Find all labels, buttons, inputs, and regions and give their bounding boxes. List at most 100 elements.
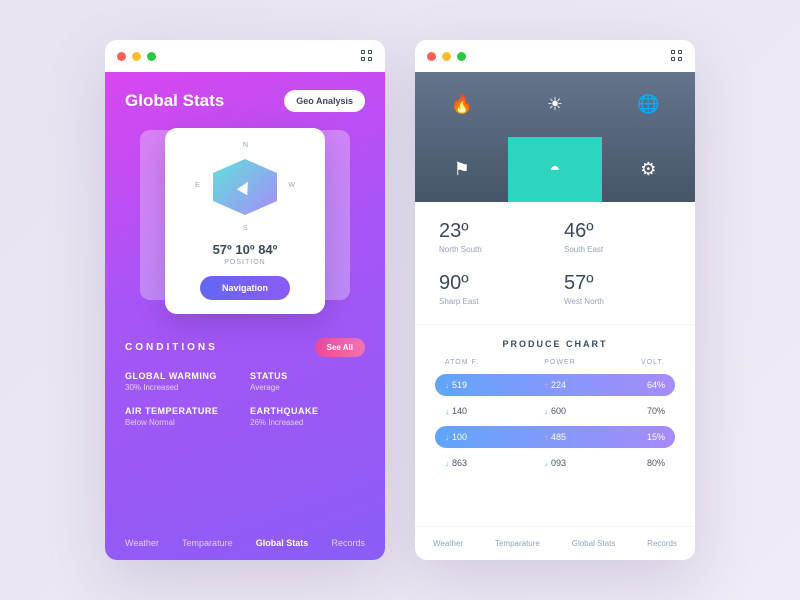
condition-item[interactable]: STATUS Average (250, 371, 365, 392)
arrow-down-icon: ↓ (544, 459, 548, 468)
tab-weather[interactable]: Weather (433, 539, 463, 548)
cell-atom: ↓100 (445, 432, 518, 442)
col-power: POWER (544, 359, 575, 366)
produce-rows: ↓519↑22464% ↓140↓60070% ↓100↑48515% ↓863↓09… (435, 374, 675, 474)
page-title: Global Stats (125, 91, 224, 111)
stat-location: West North (564, 297, 671, 306)
tab-weather[interactable]: Weather (125, 538, 159, 548)
close-icon[interactable] (427, 52, 436, 61)
condition-item[interactable]: EARTHQUAKE 26% Increased (250, 406, 365, 427)
condition-value: 30% Increased (125, 383, 240, 392)
stat-item: 23º North South (439, 220, 546, 254)
table-row[interactable]: ↓100↑48515% (435, 426, 675, 448)
left-body: Global Stats Geo Analysis N S E W 57º 10… (105, 72, 385, 560)
bottom-tabs: Weather Temparature Global Stats Records (125, 526, 365, 548)
stat-location: North South (439, 245, 546, 254)
compass: N S E W (195, 142, 295, 232)
sun-icon[interactable]: ☀ (508, 72, 601, 137)
arrow-up-icon: ↑ (544, 381, 548, 390)
tab-records[interactable]: Records (647, 539, 677, 548)
produce-title: PRODUCE CHART (435, 339, 675, 349)
conditions-header: CONDITIONS See All (125, 338, 365, 357)
stat-degree: 23º (439, 220, 546, 243)
stat-degree: 57º (564, 272, 671, 295)
titlebar (415, 40, 695, 72)
window-controls (427, 52, 466, 61)
arrow-down-icon: ↓ (445, 381, 449, 390)
stat-item: 57º West North (564, 272, 671, 306)
cell-power: ↓093 (519, 458, 592, 468)
globe-icon[interactable]: 🌐 (602, 72, 695, 137)
condition-value: 26% Increased (250, 418, 365, 427)
cell-power: ↓600 (519, 406, 592, 416)
compass-hexagon (213, 159, 277, 215)
cell-volt: 80% (592, 458, 665, 468)
position-label: POSITION (179, 259, 311, 266)
minimize-icon[interactable] (132, 52, 141, 61)
condition-value: Below Normal (125, 418, 240, 427)
compass-w: W (288, 182, 295, 189)
window-controls (117, 52, 156, 61)
minimize-icon[interactable] (442, 52, 451, 61)
table-row[interactable]: ↓519↑22464% (435, 374, 675, 396)
compass-card: N S E W 57º 10º 84º POSITION Navigation (165, 128, 325, 314)
global-stats-window: Global Stats Geo Analysis N S E W 57º 10… (105, 40, 385, 560)
right-body: 🔥☀🌐 ⚑◓⚙ 23º North South 46ºSouth East 90º Sha… (415, 72, 695, 560)
conditions-title: CONDITIONS (125, 342, 218, 353)
maximize-icon[interactable] (457, 52, 466, 61)
conditions-section: CONDITIONS See All GLOBAL WARMING 30% Inc… (125, 338, 365, 427)
table-row[interactable]: ↓140↓60070% (435, 400, 675, 422)
geo-analysis-button[interactable]: Geo Analysis (284, 90, 365, 112)
see-all-button[interactable]: See All (315, 338, 365, 357)
arrow-up-icon: ↑ (544, 433, 548, 442)
produce-section: PRODUCE CHART ATOM F. POWER VOLT. ↓519↑2… (415, 325, 695, 526)
coordinates: 57º 10º 84º (179, 242, 311, 257)
gear-icon[interactable]: ⚙ (602, 137, 695, 202)
maximize-icon[interactable] (147, 52, 156, 61)
cell-volt: 64% (592, 380, 665, 390)
apps-icon[interactable] (671, 50, 683, 62)
tab-global-stats[interactable]: Global Stats (572, 539, 616, 548)
produce-headers: ATOM F. POWER VOLT. (435, 359, 675, 366)
condition-value: Average (250, 383, 365, 392)
sunset-icon[interactable]: ◓ (508, 137, 601, 202)
stat-degree: 90º (439, 272, 546, 295)
left-header: Global Stats Geo Analysis (125, 90, 365, 112)
tab-temparature[interactable]: Temparature (182, 538, 233, 548)
arrow-down-icon: ↓ (445, 433, 449, 442)
stat-location: Sharp East (439, 297, 546, 306)
category-grid: 🔥☀🌐 ⚑◓⚙ (415, 72, 695, 202)
condition-name: GLOBAL WARMING (125, 371, 240, 381)
weather-window: 🔥☀🌐 ⚑◓⚙ 23º North South 46ºSouth East 90º Sha… (415, 40, 695, 560)
tab-records[interactable]: Records (331, 538, 365, 548)
cell-volt: 70% (592, 406, 665, 416)
stats-grid: 23º North South 46ºSouth East 90º Sharp East… (415, 202, 695, 325)
flame-icon[interactable]: 🔥 (415, 72, 508, 137)
condition-name: EARTHQUAKE (250, 406, 365, 416)
tab-global-stats[interactable]: Global Stats (256, 538, 309, 548)
condition-name: STATUS (250, 371, 365, 381)
tab-temparature[interactable]: Temparature (495, 539, 540, 548)
cell-power: ↑485 (519, 432, 592, 442)
navigation-button[interactable]: Navigation (200, 276, 290, 300)
condition-item[interactable]: AIR TEMPERATURE Below Normal (125, 406, 240, 427)
condition-item[interactable]: GLOBAL WARMING 30% Increased (125, 371, 240, 392)
table-row[interactable]: ↓863↓09380% (435, 452, 675, 474)
col-atom: ATOM F. (445, 359, 479, 366)
arrow-down-icon: ↓ (445, 459, 449, 468)
cell-volt: 15% (592, 432, 665, 442)
titlebar (105, 40, 385, 72)
cell-atom: ↓863 (445, 458, 518, 468)
flag-icon[interactable]: ⚑ (415, 137, 508, 202)
compass-arrow-icon (237, 179, 253, 195)
stat-item: 46ºSouth East (564, 220, 671, 254)
apps-icon[interactable] (361, 50, 373, 62)
cell-atom: ↓519 (445, 380, 518, 390)
cell-power: ↑224 (519, 380, 592, 390)
compass-e: E (195, 182, 200, 189)
compass-n: N (243, 142, 248, 149)
conditions-grid: GLOBAL WARMING 30% Increased STATUS Average… (125, 371, 365, 427)
close-icon[interactable] (117, 52, 126, 61)
condition-name: AIR TEMPERATURE (125, 406, 240, 416)
arrow-down-icon: ↓ (544, 407, 548, 416)
